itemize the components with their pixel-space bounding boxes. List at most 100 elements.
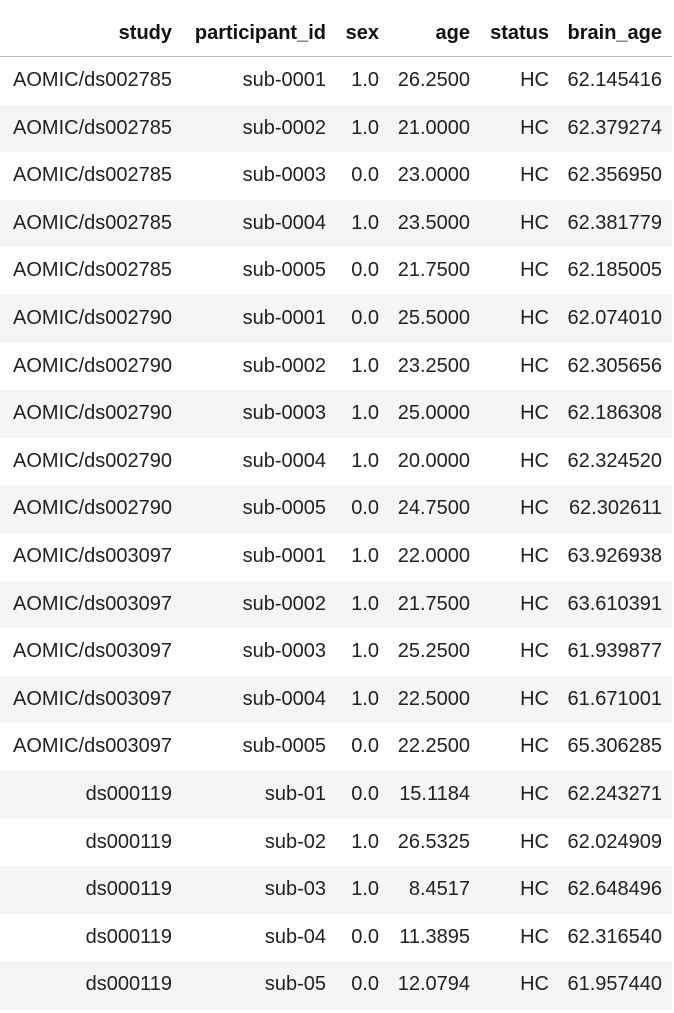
- cell-brain-age: 61.671001: [567, 687, 662, 710]
- cell-age: 22.0000: [397, 544, 470, 567]
- cell-participant-id: sub-01: [264, 782, 326, 805]
- table-row: AOMIC/ds003097 sub-0002 1.0 21.7500 HC 63.610…: [0, 580, 672, 629]
- table-row: AOMIC/ds003097 sub-0001 1.0 22.0000 HC 63.926…: [0, 532, 672, 581]
- table-body: AOMIC/ds002785 sub-0001 1.0 26.2500 HC 62.145…: [0, 56, 672, 1009]
- cell-brain-age: 63.610391: [567, 592, 662, 615]
- cell-brain-age: 65.306285: [567, 735, 662, 758]
- cell-sex: 1.0: [351, 544, 379, 567]
- cell-age: 22.5000: [397, 687, 470, 710]
- cell-participant-id: sub-0005: [242, 735, 326, 758]
- cell-age: 15.1184: [399, 782, 470, 805]
- cell-sex: 1.0: [351, 878, 379, 901]
- cell-study: ds000119: [85, 878, 172, 901]
- cell-status: HC: [520, 878, 549, 901]
- table-row: AOMIC/ds002790 sub-0003 1.0 25.0000 HC 62.186…: [0, 390, 672, 438]
- cell-participant-id: sub-0002: [242, 592, 326, 615]
- cell-sex: 1.0: [351, 69, 379, 91]
- cell-study: AOMIC/ds002790: [13, 449, 172, 472]
- cell-sex: 1.0: [351, 354, 379, 377]
- table-row: AOMIC/ds003097 sub-0003 1.0 25.2500 HC 61.939…: [0, 628, 672, 676]
- cell-study: AOMIC/ds002785: [13, 259, 172, 282]
- cell-sex: 0.0: [351, 497, 379, 520]
- table-row: ds000119 sub-03 1.0 8.4517 HC 62.648496: [0, 866, 672, 914]
- cell-age: 21.0000: [397, 116, 470, 139]
- cell-sex: 0.0: [351, 973, 379, 996]
- cell-sex: 1.0: [351, 687, 379, 710]
- cell-brain-age: 62.379274: [567, 116, 662, 139]
- cell-age: 8.4517: [408, 878, 470, 901]
- cell-participant-id: sub-0004: [242, 449, 326, 472]
- cell-sex: 1.0: [351, 830, 379, 853]
- cell-age: 12.0794: [397, 973, 470, 996]
- cell-status: HC: [520, 354, 549, 377]
- table-row: AOMIC/ds002790 sub-0001 0.0 25.5000 HC 62.074…: [0, 294, 672, 343]
- notebook-output-area: study participant_id sex age status brai…: [0, 0, 674, 1013]
- cell-status: HC: [520, 640, 549, 663]
- column-header-status: status: [480, 10, 559, 57]
- cell-sex: 1.0: [351, 211, 379, 234]
- cell-participant-id: sub-0002: [242, 354, 326, 377]
- cell-participant-id: sub-03: [264, 878, 326, 901]
- cell-study: AOMIC/ds003097: [13, 687, 172, 710]
- cell-sex: 1.0: [351, 592, 379, 615]
- table-row: AOMIC/ds002790 sub-0005 0.0 24.7500 HC 62.302…: [0, 485, 672, 533]
- table-row: AOMIC/ds002785 sub-0005 0.0 21.7500 HC 62.185…: [0, 247, 672, 295]
- cell-sex: 0.0: [351, 259, 379, 282]
- cell-age: 23.5000: [397, 211, 470, 234]
- cell-age: 20.0000: [397, 449, 470, 472]
- cell-sex: 0.0: [351, 164, 379, 187]
- cell-participant-id: sub-0005: [242, 259, 326, 282]
- cell-study: AOMIC/ds003097: [13, 735, 172, 758]
- cell-age: 25.5000: [397, 306, 470, 329]
- cell-status: HC: [520, 402, 549, 425]
- cell-age: 24.7500: [397, 497, 470, 520]
- cell-brain-age: 62.185005: [567, 259, 662, 282]
- cell-study: AOMIC/ds002790: [13, 354, 172, 377]
- cell-study: AOMIC/ds003097: [13, 544, 172, 567]
- cell-brain-age: 61.957440: [567, 973, 662, 996]
- column-header-participant-id: participant_id: [182, 10, 336, 57]
- table-row: AOMIC/ds003097 sub-0005 0.0 22.2500 HC 65.306…: [0, 723, 672, 771]
- cell-brain-age: 62.381779: [567, 211, 662, 234]
- cell-status: HC: [520, 164, 549, 187]
- cell-age: 21.7500: [397, 592, 470, 615]
- table-row: AOMIC/ds002785 sub-0004 1.0 23.5000 HC 62.381…: [0, 199, 672, 248]
- table-row: AOMIC/ds002785 sub-0002 1.0 21.0000 HC 62.379…: [0, 104, 672, 153]
- cell-study: ds000119: [85, 782, 172, 805]
- cell-status: HC: [520, 544, 549, 567]
- column-header-age: age: [389, 10, 480, 57]
- cell-brain-age: 62.305656: [567, 354, 662, 377]
- cell-status: HC: [520, 925, 549, 948]
- cell-study: AOMIC/ds002785: [13, 164, 172, 187]
- cell-study: AOMIC/ds002790: [13, 402, 172, 425]
- cell-status: HC: [520, 116, 549, 139]
- table-row: AOMIC/ds002790 sub-0002 1.0 23.2500 HC 62.305…: [0, 342, 672, 391]
- cell-age: 22.2500: [397, 735, 470, 758]
- cell-brain-age: 62.324520: [567, 449, 662, 472]
- cell-age: 11.3895: [399, 925, 470, 948]
- cell-study: AOMIC/ds002785: [13, 116, 172, 139]
- cell-sex: 1.0: [351, 116, 379, 139]
- table-row: ds000119 sub-01 0.0 15.1184 HC 62.243271: [0, 770, 672, 819]
- cell-participant-id: sub-02: [264, 830, 326, 853]
- cell-sex: 1.0: [351, 449, 379, 472]
- cell-brain-age: 62.316540: [567, 925, 662, 948]
- table-row: AOMIC/ds002785 sub-0001 1.0 26.2500 HC 62.145…: [0, 56, 672, 105]
- cell-brain-age: 63.926938: [567, 544, 662, 567]
- top-rule: [0, 0, 674, 1]
- cell-status: HC: [520, 782, 549, 805]
- table-header: study participant_id sex age status brai…: [0, 10, 672, 57]
- cell-status: HC: [520, 973, 549, 996]
- cell-participant-id: sub-0001: [242, 544, 326, 567]
- cell-age: 23.2500: [397, 354, 470, 377]
- cell-brain-age: 62.243271: [567, 782, 662, 805]
- cell-participant-id: sub-0003: [242, 164, 326, 187]
- cell-sex: 1.0: [351, 402, 379, 425]
- cell-study: AOMIC/ds002790: [13, 306, 172, 329]
- cell-status: HC: [520, 449, 549, 472]
- column-header-study: study: [0, 10, 182, 57]
- column-header-brain-age: brain_age: [559, 10, 672, 57]
- cell-participant-id: sub-0003: [242, 640, 326, 663]
- cell-status: HC: [520, 687, 549, 710]
- cell-status: HC: [520, 592, 549, 615]
